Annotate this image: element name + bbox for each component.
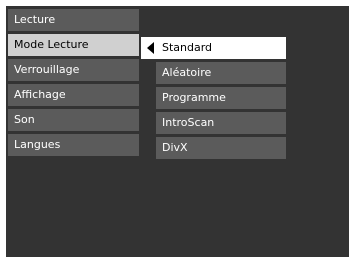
menu-item-affichage[interactable]: Affichage <box>8 84 139 106</box>
menu-item-lecture[interactable]: Lecture <box>8 9 139 31</box>
submenu: Standard Aléatoire Programme IntroScan D… <box>141 37 286 159</box>
menu-item-verrouillage[interactable]: Verrouillage <box>8 59 139 81</box>
submenu-item-aleatoire[interactable]: Aléatoire <box>156 62 286 84</box>
left-triangle-arrow-icon <box>147 42 154 54</box>
dvd-setup-screen: Lecture Mode Lecture Verrouillage Affich… <box>6 6 349 257</box>
submenu-item-programme[interactable]: Programme <box>156 87 286 109</box>
submenu-item-standard[interactable]: Standard <box>141 37 286 59</box>
menu-item-langues[interactable]: Langues <box>8 134 139 156</box>
menu-item-mode-lecture[interactable]: Mode Lecture <box>8 34 139 56</box>
menu-item-son[interactable]: Son <box>8 109 139 131</box>
submenu-item-divx[interactable]: DivX <box>156 137 286 159</box>
main-menu: Lecture Mode Lecture Verrouillage Affich… <box>8 9 139 156</box>
submenu-item-introscan[interactable]: IntroScan <box>156 112 286 134</box>
submenu-item-label: Standard <box>162 41 213 54</box>
